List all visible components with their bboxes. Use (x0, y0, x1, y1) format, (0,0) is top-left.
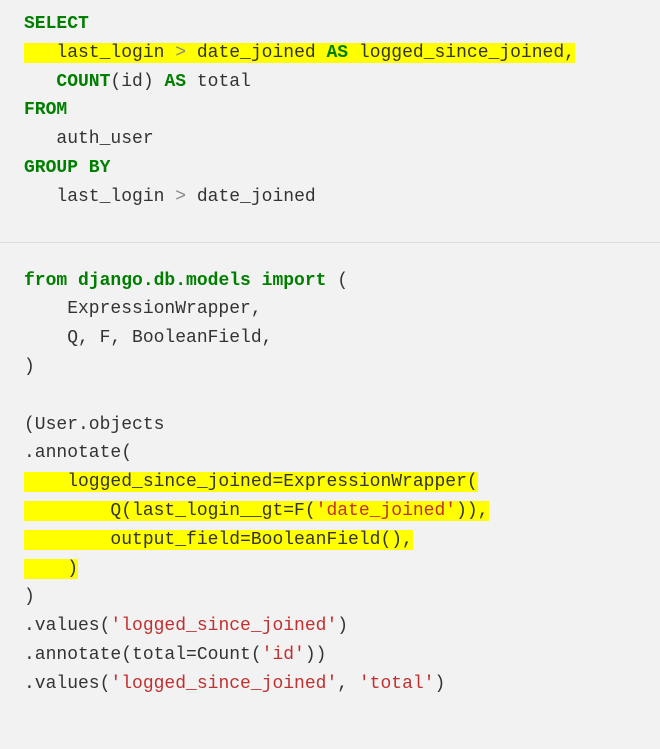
py-text: Q, F, BooleanField, (24, 328, 272, 348)
sql-keyword-from: FROM (24, 100, 67, 120)
py-text: ( (326, 271, 348, 291)
py-text: output_field=BooleanField(), (24, 530, 413, 550)
code-line (24, 382, 636, 411)
sql-text: total (186, 72, 251, 92)
py-text: ) (24, 559, 78, 579)
greater-than-icon: > (175, 187, 186, 207)
code-line: .annotate(total=Count('id')) (24, 641, 636, 670)
sql-keyword-as: AS (326, 43, 348, 63)
code-line: .values('logged_since_joined') (24, 612, 636, 641)
code-line: COUNT(id) AS total (24, 68, 636, 97)
py-string-literal: 'id' (262, 645, 305, 665)
indent (24, 72, 56, 92)
highlighted-segment: logged_since_joined=ExpressionWrapper( (24, 472, 478, 492)
code-line: SELECT (24, 10, 636, 39)
code-line: .values('logged_since_joined', 'total') (24, 670, 636, 699)
py-text: ) (435, 674, 446, 694)
py-text: logged_since_joined=ExpressionWrapper( (24, 472, 478, 492)
sql-keyword-count: COUNT (56, 72, 110, 92)
sql-text: date_joined (186, 43, 326, 63)
code-line: last_login > date_joined (24, 183, 636, 212)
py-string-literal: 'total' (359, 674, 435, 694)
code-line: ) (24, 555, 636, 584)
py-text: , (337, 674, 359, 694)
py-text: ) (337, 616, 348, 636)
highlighted-segment: Q(last_login__gt=F('date_joined')), (24, 501, 489, 521)
code-line: (User.objects (24, 411, 636, 440)
greater-than-icon: > (175, 43, 186, 63)
py-text: .values( (24, 616, 110, 636)
py-text: ) (24, 357, 35, 377)
sql-text: auth_user (24, 129, 154, 149)
code-line: ExpressionWrapper, (24, 295, 636, 324)
code-line: ) (24, 353, 636, 382)
code-line: Q(last_login__gt=F('date_joined')), (24, 497, 636, 526)
py-string-literal: 'logged_since_joined' (110, 616, 337, 636)
py-string-literal: 'date_joined' (316, 501, 456, 521)
py-module-path: django.db.models (67, 271, 261, 291)
sql-keyword-select: SELECT (24, 14, 89, 34)
py-text: .annotate(total=Count( (24, 645, 262, 665)
py-text: ExpressionWrapper, (24, 299, 262, 319)
code-line: last_login > date_joined AS logged_since… (24, 39, 636, 68)
sql-code-block: SELECT last_login > date_joined AS logge… (0, 0, 660, 243)
sql-text: (id) (110, 72, 164, 92)
sql-keyword-groupby: GROUP BY (24, 158, 110, 178)
highlighted-segment: output_field=BooleanField(), (24, 530, 413, 550)
sql-text: last_login (24, 43, 175, 63)
py-string-literal: 'logged_since_joined' (110, 674, 337, 694)
sql-text: logged_since_joined, (348, 43, 575, 63)
sql-keyword-as: AS (164, 72, 186, 92)
code-line: ) (24, 583, 636, 612)
py-text: Q(last_login__gt=F( (24, 501, 316, 521)
highlighted-segment: ) (24, 559, 78, 579)
code-line: logged_since_joined=ExpressionWrapper( (24, 468, 636, 497)
code-line: FROM (24, 96, 636, 125)
code-line: GROUP BY (24, 154, 636, 183)
code-line: output_field=BooleanField(), (24, 526, 636, 555)
code-line: .annotate( (24, 439, 636, 468)
code-line: Q, F, BooleanField, (24, 324, 636, 353)
code-line: from django.db.models import ( (24, 267, 636, 296)
py-text: )) (305, 645, 327, 665)
py-text: .annotate( (24, 443, 132, 463)
sql-text: date_joined (186, 187, 316, 207)
sql-text: last_login (24, 187, 175, 207)
python-code-block: from django.db.models import ( Expressio… (0, 243, 660, 723)
py-keyword-from: from (24, 271, 67, 291)
py-text: )), (456, 501, 488, 521)
py-text: ) (24, 587, 35, 607)
highlighted-segment: last_login > date_joined AS logged_since… (24, 43, 575, 63)
py-keyword-import: import (262, 271, 327, 291)
py-text: (User.objects (24, 415, 164, 435)
code-line: auth_user (24, 125, 636, 154)
py-text: .values( (24, 674, 110, 694)
